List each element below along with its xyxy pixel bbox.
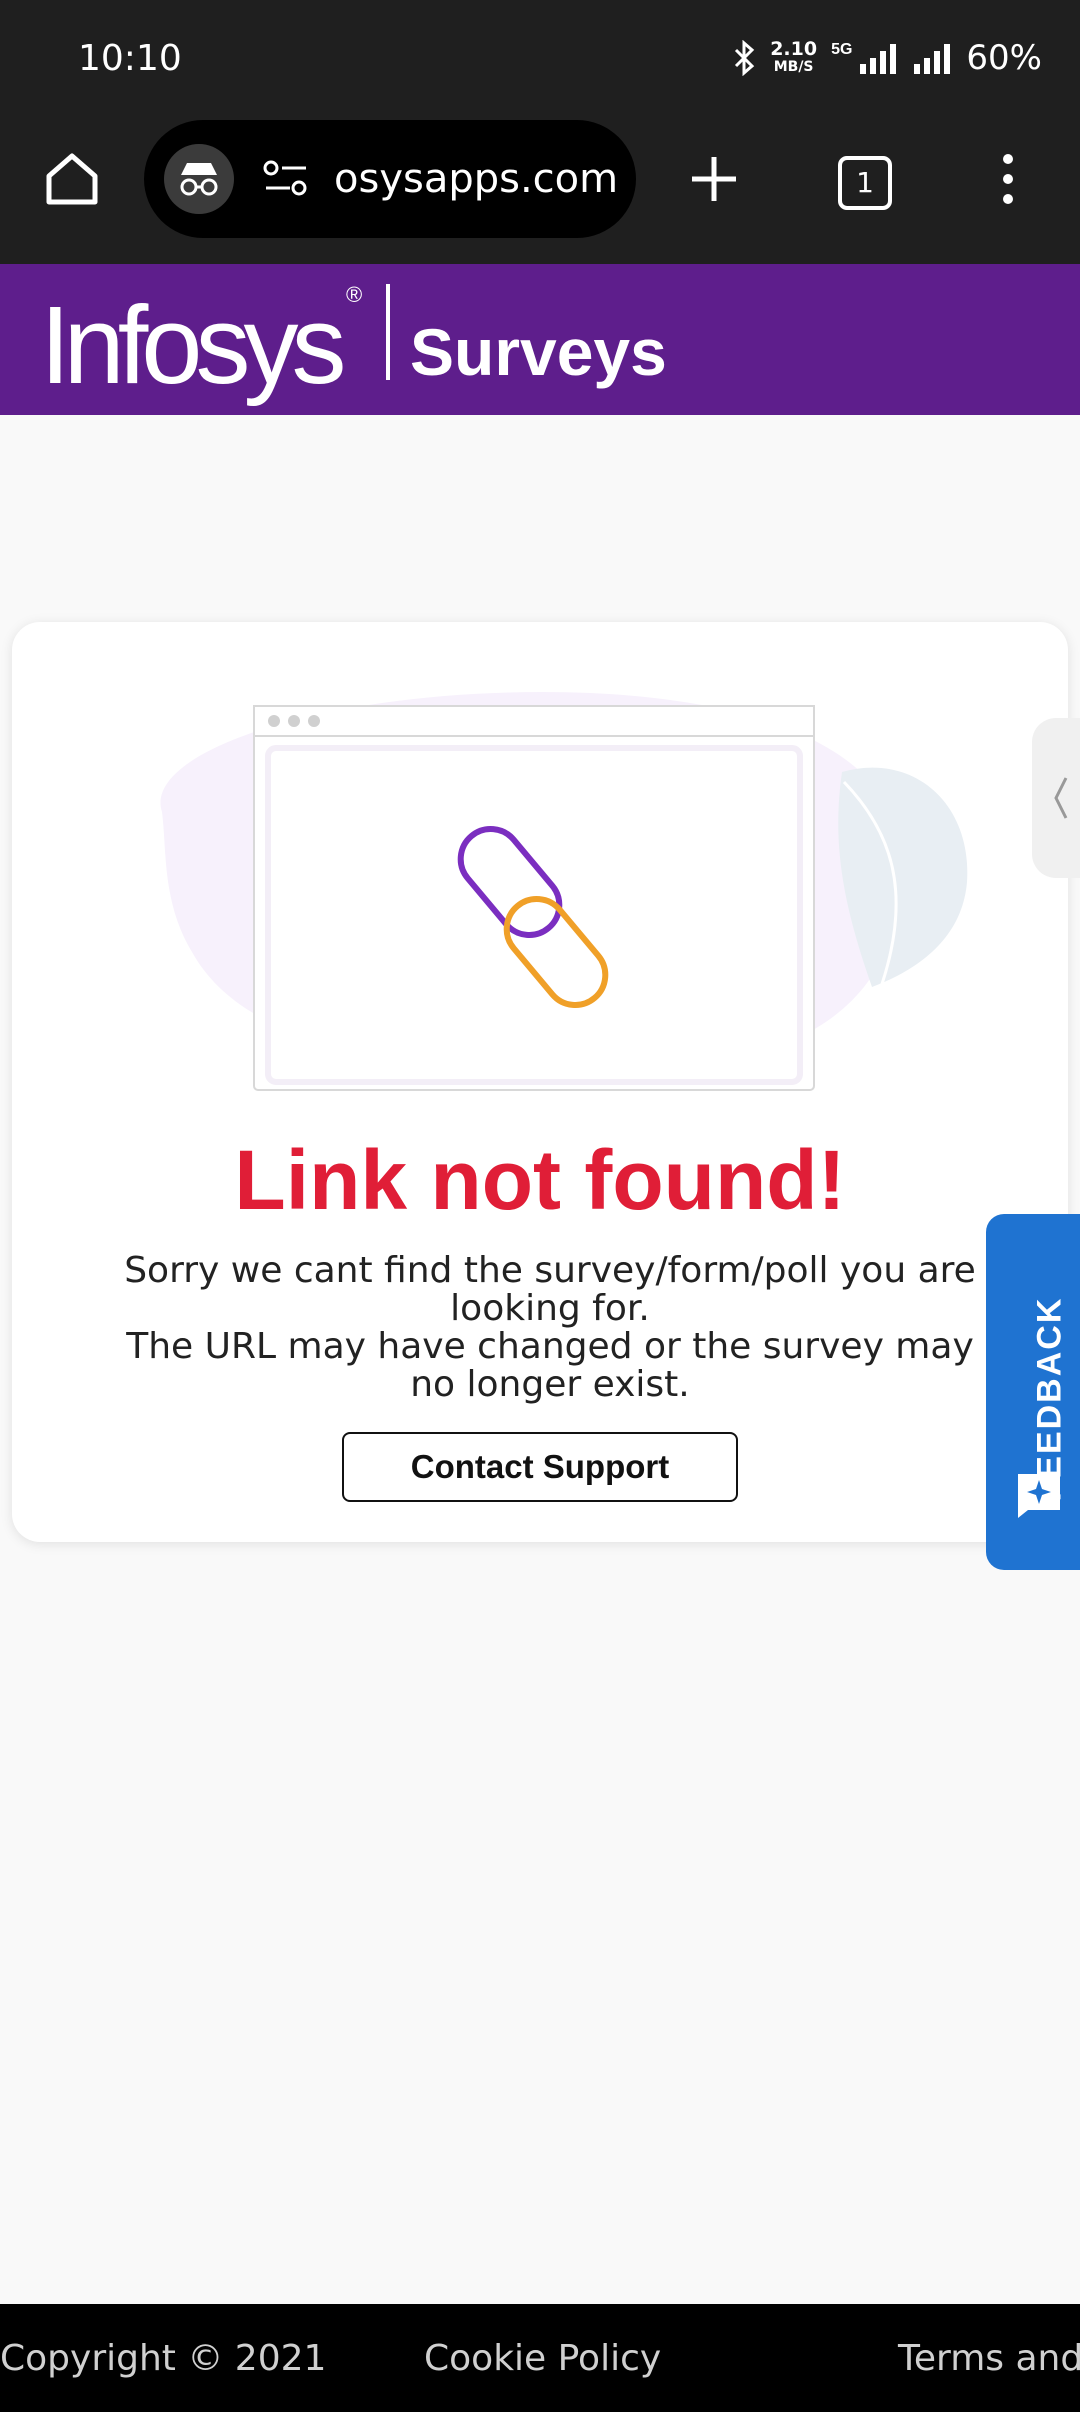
- bluetooth-icon: [735, 40, 755, 76]
- incognito-icon: [164, 144, 234, 214]
- network-type: 5G: [831, 41, 853, 58]
- error-message-line-1: Sorry we cant find the survey/form/poll …: [124, 1250, 976, 1329]
- battery-level: 60%: [966, 38, 1042, 78]
- site-settings-icon[interactable]: [262, 158, 310, 198]
- error-card: Link not found! Sorry we cant find the s…: [12, 622, 1068, 1542]
- cookie-policy-link[interactable]: Cookie Policy: [424, 2338, 661, 2379]
- home-icon: [46, 153, 98, 205]
- plus-icon: [692, 157, 736, 201]
- signal-icon-1: [860, 44, 897, 74]
- status-icons: 2.10 MB/S 5G 60%: [732, 38, 1042, 78]
- terms-link[interactable]: Terms and: [898, 2338, 1080, 2379]
- error-message-line-2: The URL may have changed or the survey m…: [126, 1326, 974, 1405]
- new-tab-button[interactable]: [678, 146, 750, 212]
- net-speed: 2.10 MB/S: [770, 40, 817, 76]
- status-time: 10:10: [78, 38, 182, 79]
- page-footer: Copyright © 2021 Cookie Policy Terms and: [0, 2304, 1080, 2412]
- menu-button[interactable]: [976, 146, 1040, 212]
- product-name: Surveys: [410, 315, 667, 389]
- error-title: Link not found!: [234, 1133, 846, 1227]
- browser-toolbar: osysapps.com 1: [0, 120, 1080, 240]
- feedback-tab[interactable]: FEEDBACK: [986, 1214, 1080, 1570]
- net-speed-unit: MB/S: [773, 59, 814, 75]
- chevron-left-icon: [1054, 777, 1068, 819]
- copyright-text: Copyright © 2021: [0, 2338, 327, 2379]
- contact-support-button[interactable]: Contact Support: [342, 1432, 738, 1502]
- broken-link-illustration: [160, 692, 968, 1091]
- signal-icon-2: [914, 44, 951, 74]
- site-header: Infosys ® Surveys: [0, 264, 1080, 415]
- browser-chrome: 10:10 2.10 MB/S 5G 60% osysapps.com 1: [0, 0, 1080, 264]
- home-button[interactable]: [36, 146, 108, 212]
- more-vert-icon: [1003, 154, 1013, 204]
- url-text[interactable]: osysapps.com: [334, 156, 618, 202]
- net-speed-value: 2.10: [770, 38, 818, 60]
- header-divider: [386, 284, 390, 380]
- infosys-logo[interactable]: Infosys: [40, 282, 346, 409]
- feedback-icon: [1018, 1474, 1060, 1518]
- error-message: Sorry we cant find the survey/form/poll …: [102, 1252, 998, 1404]
- tab-switcher-button[interactable]: 1: [838, 156, 892, 210]
- side-panel-handle[interactable]: [1032, 718, 1080, 878]
- address-bar[interactable]: osysapps.com: [144, 120, 636, 238]
- registered-mark: ®: [346, 282, 363, 307]
